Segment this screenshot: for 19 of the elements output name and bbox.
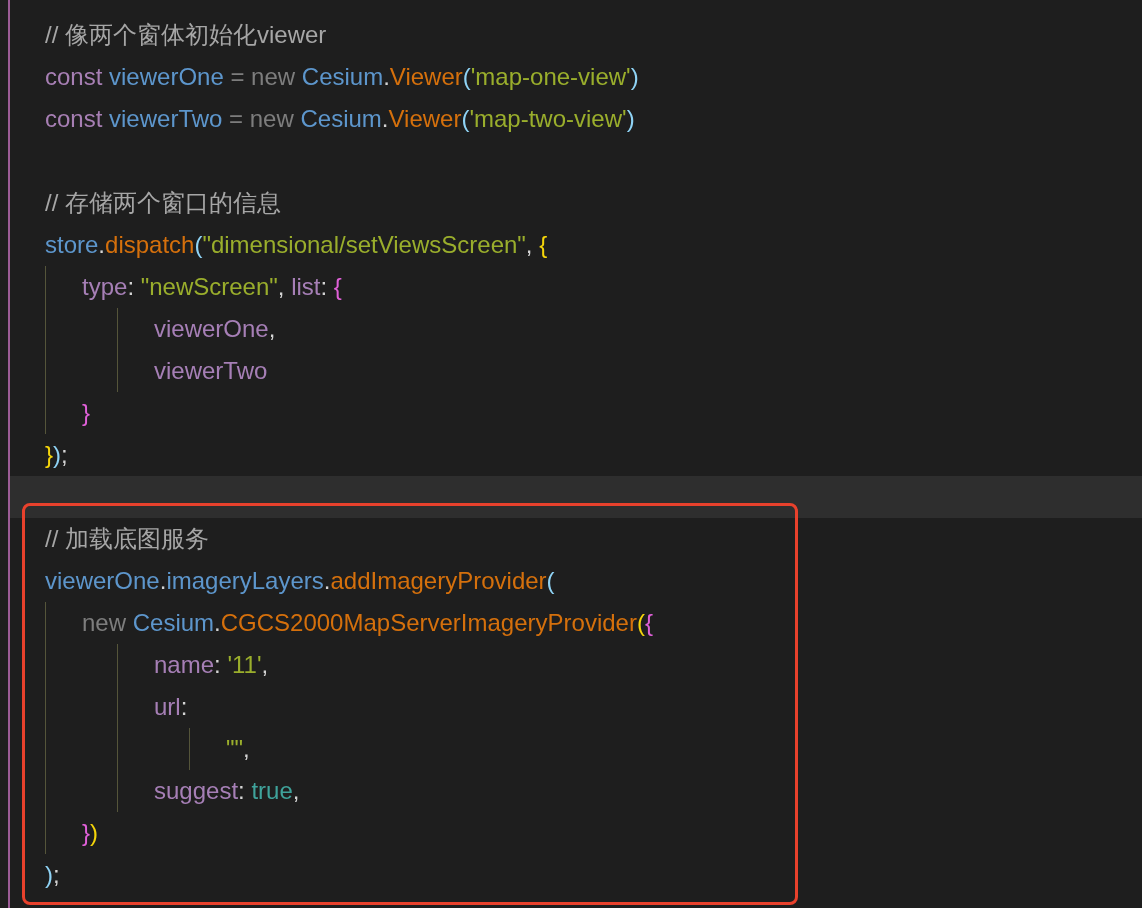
code-line: viewerOne, bbox=[154, 314, 277, 344]
code-line: const viewerTwo = new Cesium.Viewer('map-two-view') bbox=[44, 104, 636, 134]
code-line: viewerTwo bbox=[154, 356, 269, 386]
code-line: } bbox=[82, 398, 91, 428]
code-line: const viewerOne = new Cesium.Viewer('map-one-view') bbox=[44, 62, 640, 92]
code-line: ); bbox=[44, 860, 61, 890]
code-line: // 加载底图服务 bbox=[44, 524, 210, 554]
code-line: name: '11', bbox=[154, 650, 270, 680]
code-line: // 存储两个窗口的信息 bbox=[44, 188, 282, 218]
code-line: suggest: true, bbox=[154, 776, 301, 806]
code-line: new Cesium.CGCS2000MapServerImageryProvider({ bbox=[82, 608, 654, 638]
code-line: // 像两个窗体初始化viewer bbox=[44, 20, 328, 50]
code-line: store.dispatch("dimensional/setViewsScreen", { bbox=[44, 230, 549, 260]
code-line: url: bbox=[154, 692, 189, 722]
code-line: "", bbox=[226, 734, 251, 764]
code-line: }); bbox=[44, 440, 69, 470]
code-line: }) bbox=[82, 818, 99, 848]
code-line: viewerOne.imageryLayers.addImageryProvider( bbox=[44, 566, 556, 596]
code-line: type: "newScreen", list: { bbox=[82, 272, 343, 302]
